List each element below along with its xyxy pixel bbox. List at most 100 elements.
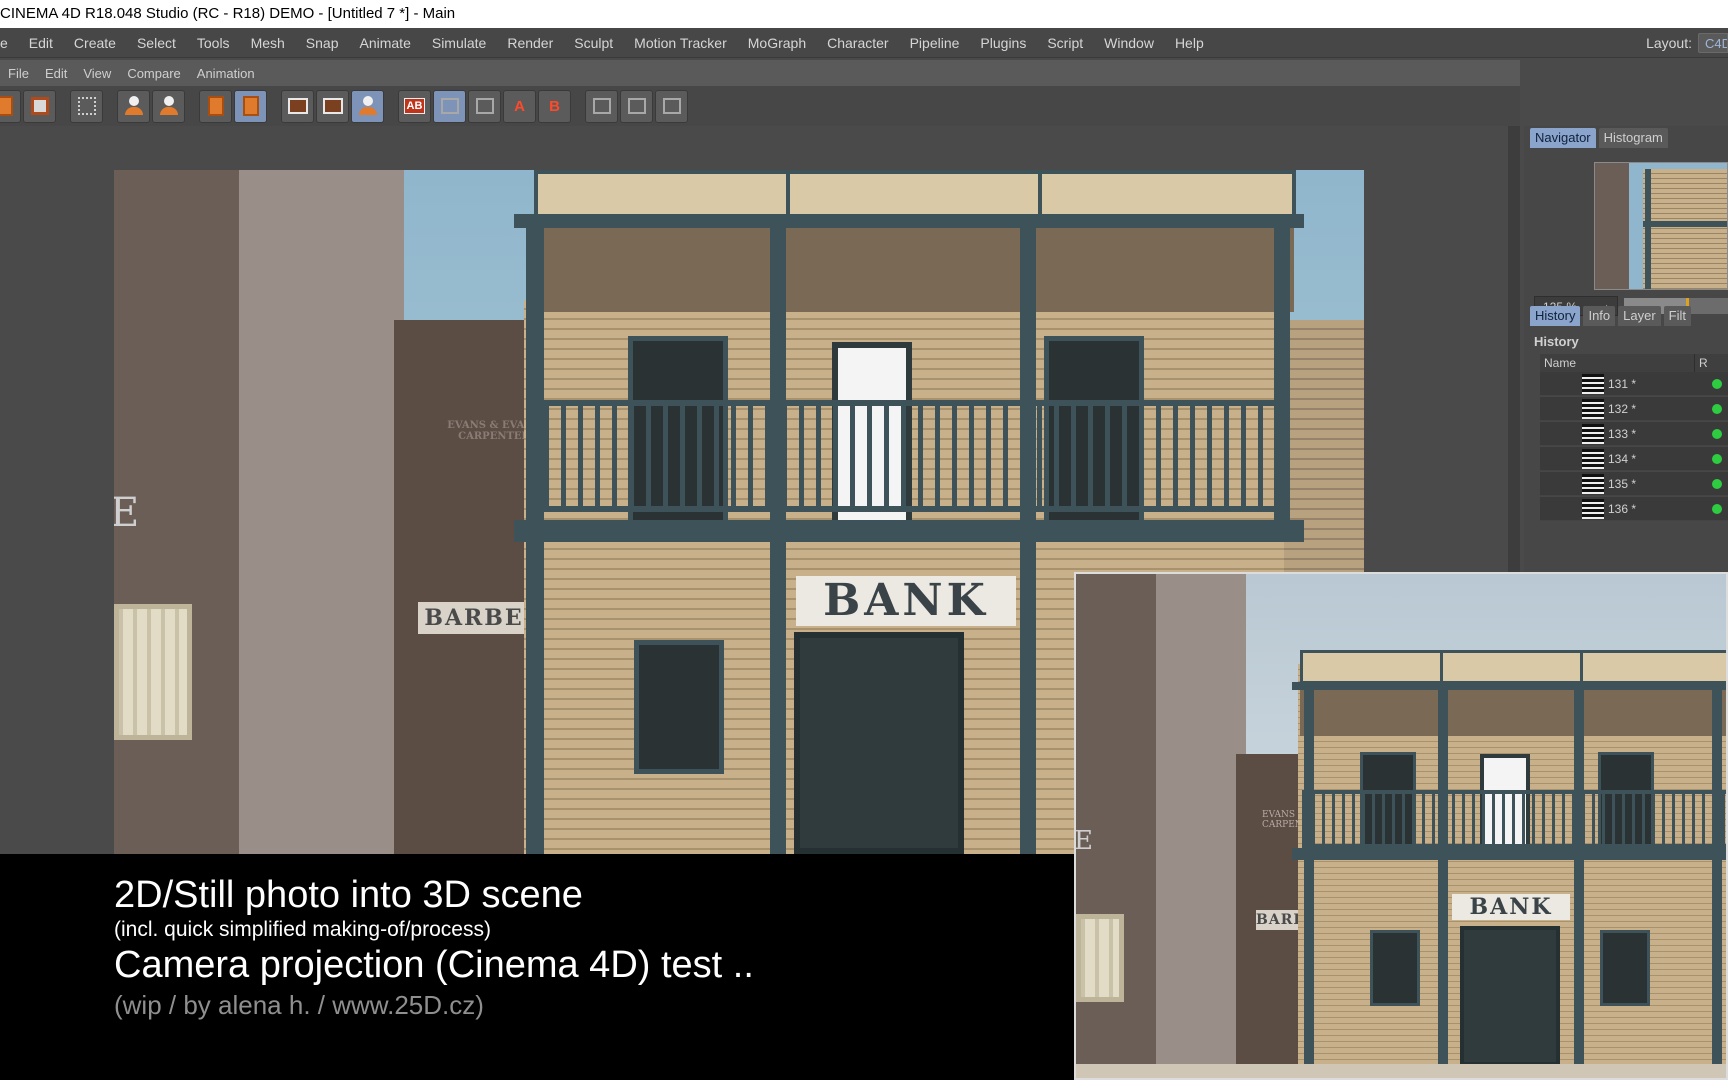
inset-post-3 (1574, 684, 1584, 1078)
menu-edit[interactable]: Edit (18, 35, 63, 51)
menu-render[interactable]: Render (496, 35, 563, 51)
viewer-menu-file[interactable]: File (0, 66, 37, 81)
menu-file[interactable]: e (0, 35, 18, 51)
tab-navigator[interactable]: Navigator (1530, 128, 1596, 148)
history-tabs: History Info Layer Filt (1530, 306, 1692, 326)
view-columns-button[interactable] (620, 89, 653, 123)
image-building-left-wall (239, 170, 404, 854)
inset-balcony-rail (1302, 790, 1726, 848)
display-a-button[interactable] (281, 89, 314, 123)
history-row[interactable]: 133 * (1540, 422, 1728, 446)
menu-window[interactable]: Window (1093, 35, 1164, 51)
view-grid-icon (662, 98, 681, 114)
status-dot-icon (1712, 454, 1722, 464)
open-icon (0, 96, 13, 116)
inset-upper-beam (1292, 682, 1726, 690)
inset-post-1 (1304, 684, 1314, 1078)
history-row[interactable]: 132 * (1540, 397, 1728, 421)
copy-icon (207, 96, 224, 116)
menu-animate[interactable]: Animate (349, 35, 421, 51)
menu-sculpt[interactable]: Sculpt (563, 35, 623, 51)
history-title: History (1534, 334, 1579, 349)
history-col-r[interactable]: R (1694, 354, 1708, 372)
inset-post-4 (1712, 684, 1722, 1078)
display-compare-button[interactable] (351, 89, 384, 123)
tab-history[interactable]: History (1530, 306, 1581, 326)
history-col-name[interactable]: Name (1544, 354, 1576, 372)
layout-selector: Layout: C4D (1646, 28, 1728, 58)
menu-snap[interactable]: Snap (295, 35, 349, 51)
layout-label: Layout: (1646, 35, 1692, 51)
thumb-post (1645, 169, 1651, 289)
picture-viewer-toolbar: AB A B (0, 86, 1520, 126)
menu-pipeline[interactable]: Pipeline (899, 35, 970, 51)
tab-layer[interactable]: Layer (1618, 306, 1661, 326)
history-row-label: 135 * (1608, 477, 1637, 491)
history-row[interactable]: 134 * (1540, 447, 1728, 471)
image-bank-sign: BANK (796, 576, 1016, 626)
view-single-button[interactable] (585, 89, 618, 123)
menu-mesh[interactable]: Mesh (240, 35, 295, 51)
history-row[interactable]: 131 * (1540, 372, 1728, 396)
copy-button[interactable] (199, 89, 232, 123)
image-porch-ceiling (534, 222, 1294, 312)
set-b-button[interactable]: B (538, 89, 571, 123)
history-row[interactable]: 135 * (1540, 472, 1728, 496)
grid-button[interactable] (70, 89, 103, 123)
inset-bank-sign: BANK (1452, 894, 1570, 920)
menu-plugins[interactable]: Plugins (969, 35, 1036, 51)
render-region-button[interactable] (117, 89, 150, 123)
tab-filter[interactable]: Filt (1663, 306, 1692, 326)
menu-script[interactable]: Script (1036, 35, 1093, 51)
navigator-thumbnail[interactable] (1594, 162, 1728, 290)
tab-info[interactable]: Info (1583, 306, 1616, 326)
viewer-menu-animation[interactable]: Animation (189, 66, 263, 81)
paste-icon (242, 96, 259, 116)
tab-histogram[interactable]: Histogram (1598, 128, 1668, 148)
picture-viewer-menu: File Edit View Compare Animation (0, 60, 1520, 86)
layout-dropdown[interactable]: C4D (1698, 33, 1728, 53)
open-button[interactable] (0, 89, 21, 123)
history-row[interactable]: 136 * (1540, 497, 1728, 521)
paste-button[interactable] (234, 89, 267, 123)
view-grid-button[interactable] (655, 89, 688, 123)
history-row-label: 131 * (1608, 377, 1637, 391)
inset-window-left (1076, 914, 1124, 1002)
menu-select[interactable]: Select (126, 35, 186, 51)
status-dot-icon (1712, 504, 1722, 514)
image-post-4 (1274, 226, 1290, 526)
viewer-menu-view[interactable]: View (75, 66, 119, 81)
menu-character[interactable]: Character (816, 35, 898, 51)
ab-split-button[interactable] (433, 89, 466, 123)
menu-mograph[interactable]: MoGraph (737, 35, 816, 51)
display-b-button[interactable] (316, 89, 349, 123)
status-dot-icon (1712, 479, 1722, 489)
ab-overlay-button[interactable] (468, 89, 501, 123)
grid-icon (77, 97, 96, 115)
viewer-menu-compare[interactable]: Compare (119, 66, 188, 81)
history-row-label: 134 * (1608, 452, 1637, 466)
main-menu-bar: e Edit Create Select Tools Mesh Snap Ani… (0, 28, 1728, 58)
image-roof-board-2 (786, 170, 1044, 218)
video-caption: 2D/Still photo into 3D scene (incl. quic… (0, 854, 1074, 1080)
image-post-2 (770, 226, 786, 854)
save-button[interactable] (23, 89, 56, 123)
menu-tools[interactable]: Tools (186, 35, 240, 51)
viewer-menu-edit[interactable]: Edit (37, 66, 75, 81)
split-icon (440, 98, 459, 114)
menu-simulate[interactable]: Simulate (421, 35, 496, 51)
window-title-bar: CINEMA 4D R18.048 Studio (RC - R18) DEMO… (0, 0, 1728, 28)
letter-b-icon: B (549, 97, 560, 115)
ab-compare-button[interactable]: AB (398, 89, 431, 123)
thumb-beam (1643, 221, 1727, 227)
history-thumbnail (1582, 449, 1604, 469)
menu-motion-tracker[interactable]: Motion Tracker (623, 35, 737, 51)
menu-create[interactable]: Create (63, 35, 126, 51)
render-user-button[interactable] (152, 89, 185, 123)
thumb-bank (1643, 169, 1727, 289)
set-a-button[interactable]: A (503, 89, 536, 123)
compare-icon (358, 96, 377, 116)
inset-ground (1076, 1064, 1726, 1078)
menu-help[interactable]: Help (1164, 35, 1214, 51)
inset-roof-board-3 (1580, 650, 1726, 684)
